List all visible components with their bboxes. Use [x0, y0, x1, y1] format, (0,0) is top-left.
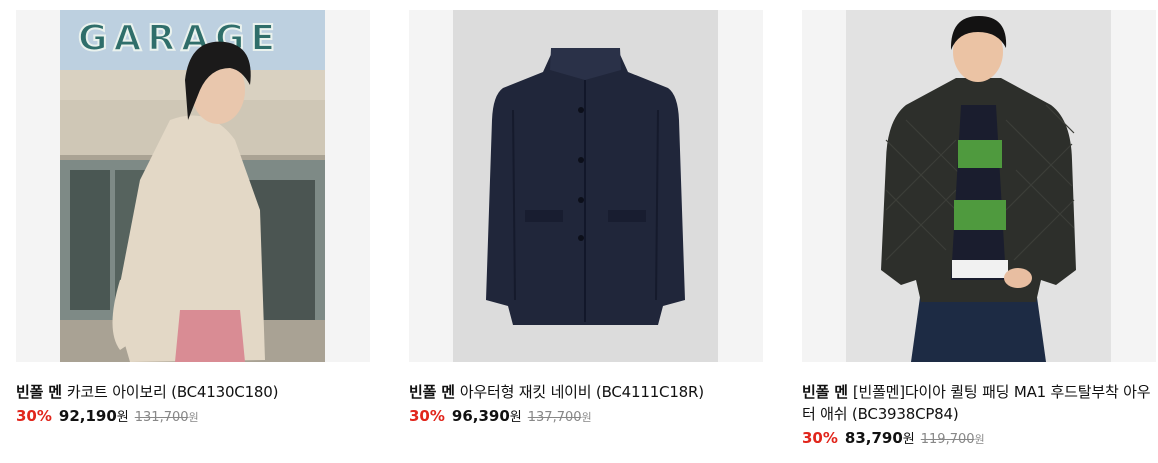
product-name[interactable]: 빈폴 멘 [빈폴멘]다이아 퀼팅 패딩 MA1 후드탈부착 아우터 애쉬 (BC3… — [802, 381, 1156, 425]
product-card[interactable]: 빈폴 멘 아우터형 재킷 네이비 (BC4111C18R) 30% 96,390원 1… — [409, 10, 763, 429]
product-card[interactable]: 빈폴 멘 [빈폴멘]다이아 퀼팅 패딩 MA1 후드탈부착 아우터 애쉬 (BC3… — [802, 10, 1156, 451]
price-row: 30% 96,390원 137,700원 — [409, 405, 763, 429]
currency-unit: 원 — [116, 410, 129, 425]
sign-text: GARAGE — [78, 18, 281, 59]
price-row: 30% 83,790원 119,700원 — [802, 427, 1156, 451]
discount-rate: 30% — [409, 407, 445, 425]
navy-jacket-photo — [453, 10, 718, 362]
brand-name: 빈폴 멘 — [16, 383, 62, 401]
product-name[interactable]: 빈폴 멘 카코트 아이보리 (BC4130C180) — [16, 381, 370, 403]
original-price: 137,700 — [527, 410, 582, 425]
currency-unit: 원 — [509, 410, 522, 425]
product-title: 아우터형 재킷 네이비 (BC4111C18R) — [459, 383, 704, 401]
product-name[interactable]: 빈폴 멘 아우터형 재킷 네이비 (BC4111C18R) — [409, 381, 763, 403]
original-price: 119,700 — [920, 432, 975, 447]
price-row: 30% 92,190원 131,700원 — [16, 405, 370, 429]
product-title: 카코트 아이보리 (BC4130C180) — [66, 383, 279, 401]
brand-name: 빈폴 멘 — [802, 383, 848, 401]
product-card[interactable]: GARAGE 빈폴 멘 카코트 아이보리 (BC4130C180) 30% 92,1… — [16, 10, 370, 429]
product-photo[interactable] — [846, 10, 1111, 362]
sale-price: 83,790 — [844, 429, 903, 447]
original-currency-unit: 원 — [581, 411, 592, 424]
original-price: 131,700 — [134, 410, 189, 425]
product-image-frame[interactable]: GARAGE — [16, 10, 370, 362]
product-image-frame[interactable] — [802, 10, 1156, 362]
quilted-jacket-model-photo — [846, 10, 1111, 362]
discount-rate: 30% — [16, 407, 52, 425]
product-image-frame[interactable] — [409, 10, 763, 362]
sale-price: 96,390 — [451, 407, 510, 425]
product-photo[interactable] — [453, 10, 718, 362]
sale-price: 92,190 — [58, 407, 117, 425]
coat-model-photo: GARAGE — [60, 10, 325, 362]
product-title: [빈폴멘]다이아 퀼팅 패딩 MA1 후드탈부착 아우터 애쉬 (BC3938C… — [802, 383, 1151, 423]
original-currency-unit: 원 — [974, 433, 985, 446]
currency-unit: 원 — [902, 432, 915, 447]
original-currency-unit: 원 — [188, 411, 199, 424]
brand-name: 빈폴 멘 — [409, 383, 455, 401]
discount-rate: 30% — [802, 429, 838, 447]
product-photo[interactable]: GARAGE — [60, 10, 325, 362]
garage-sign: GARAGE — [77, 17, 281, 60]
